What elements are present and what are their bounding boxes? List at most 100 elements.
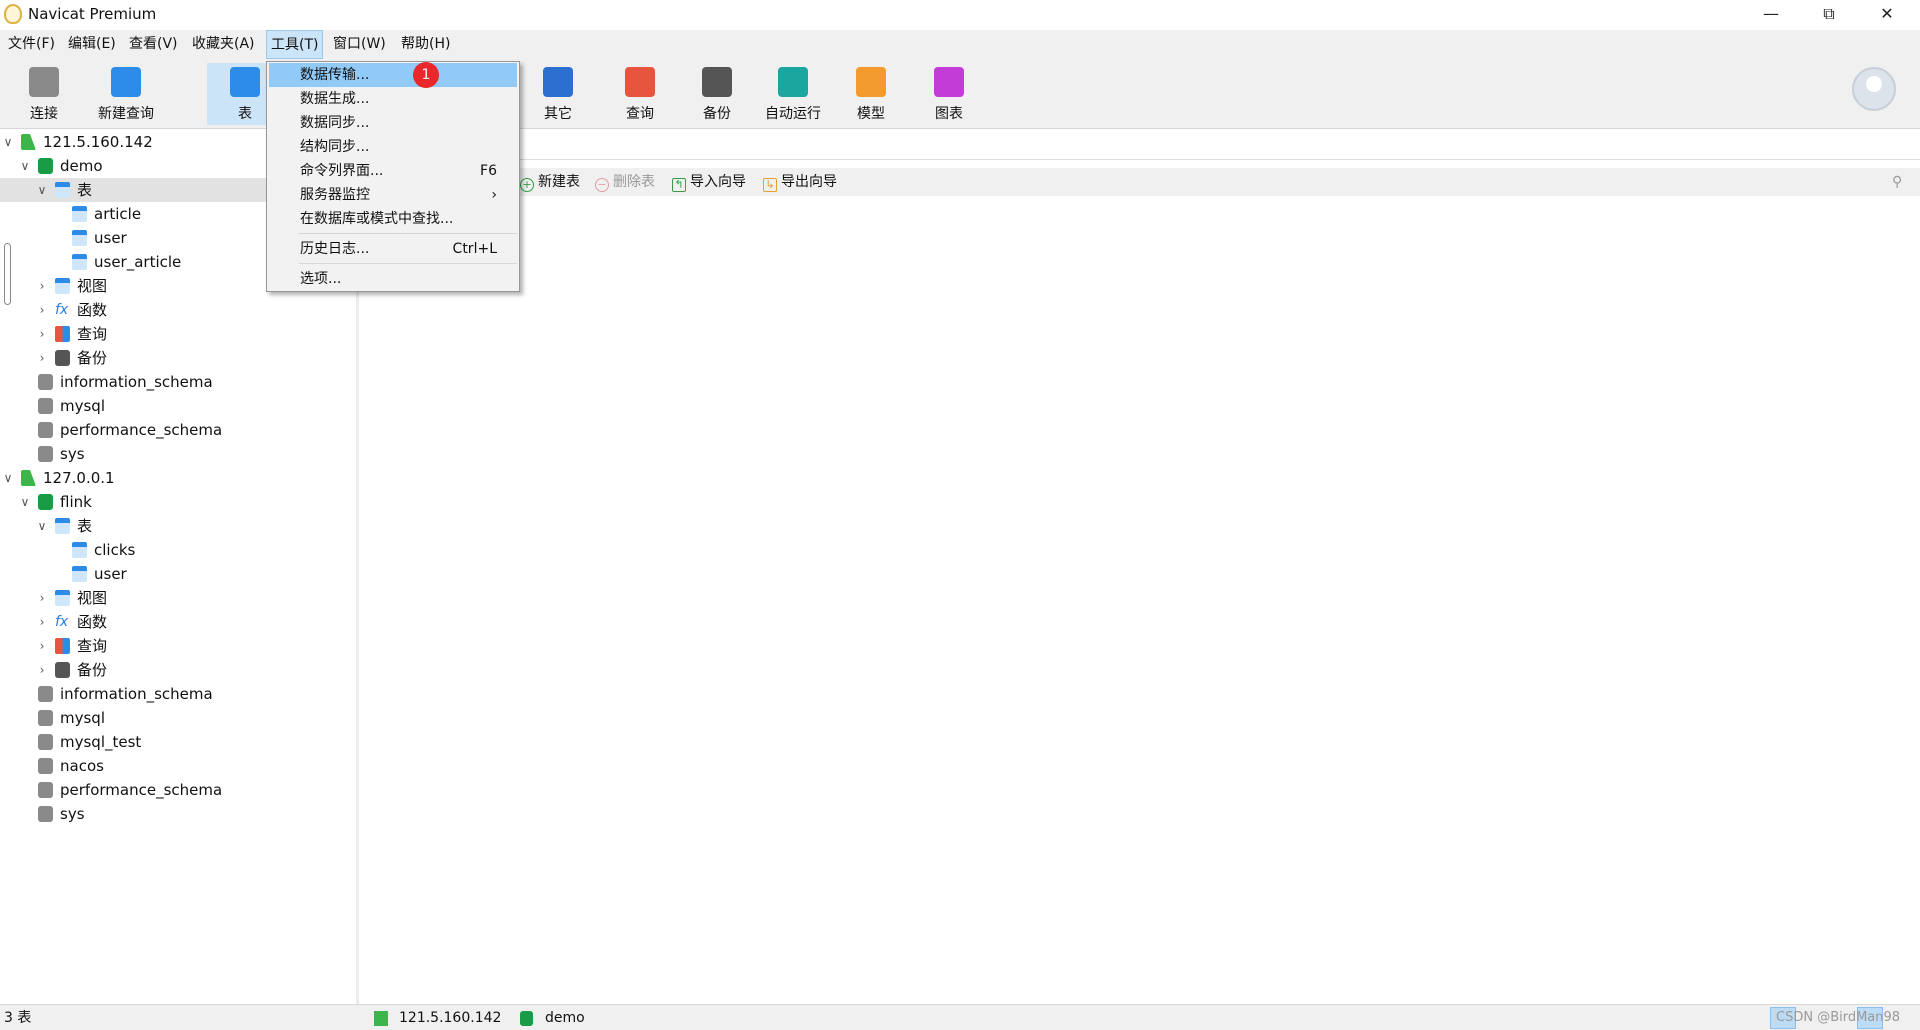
tree-item-label: performance_schema [60, 421, 223, 439]
menu-help[interactable]: 帮助(H) [397, 30, 454, 59]
tools-icon [543, 67, 573, 97]
tree-item[interactable]: user [0, 562, 356, 586]
chevron-right-icon[interactable]: › [36, 610, 48, 634]
status-database: demo [545, 1010, 585, 1026]
tools-menu-item[interactable]: 结构同步... [269, 135, 517, 159]
menu-favorites[interactable]: 收藏夹(A) [188, 30, 259, 59]
menu-edit[interactable]: 编辑(E) [64, 30, 120, 59]
chevron-right-icon[interactable]: › [36, 586, 48, 610]
close-button[interactable]: ✕ [1858, 0, 1916, 29]
tree-item[interactable]: › fx 函数 [0, 298, 356, 322]
tools-menu-item[interactable]: 数据同步... [269, 111, 517, 135]
tree-item-label: mysql_test [60, 733, 142, 751]
db-icon [38, 758, 53, 774]
toolbar-chart-button[interactable]: 图表 [921, 63, 977, 125]
tree-item-label: performance_schema [60, 781, 223, 799]
menu-view[interactable]: 查看(V) [125, 30, 182, 59]
tree-item[interactable]: ∨ 127.0.0.1 [0, 466, 356, 490]
tree-item[interactable]: sys [0, 442, 356, 466]
new-query-icon [111, 67, 141, 97]
chevron-down-icon[interactable]: ∨ [2, 130, 14, 154]
tree-item[interactable]: performance_schema [0, 778, 356, 802]
tree-item[interactable]: performance_schema [0, 418, 356, 442]
tools-menu-item[interactable]: 历史日志... Ctrl+L [269, 237, 517, 261]
db-icon [38, 398, 53, 414]
tools-menu-item[interactable]: 数据生成... [269, 87, 517, 111]
db-g-icon [38, 494, 53, 510]
toolbar-tools-button[interactable]: 其它 [530, 63, 586, 125]
tree-item[interactable]: information_schema [0, 370, 356, 394]
tools-menu-item[interactable]: 在数据库或模式中查找... [269, 207, 517, 231]
tree-item[interactable]: › 查询 [0, 322, 356, 346]
tbl-icon [55, 182, 70, 198]
chevron-right-icon[interactable]: › [36, 298, 48, 322]
tree-item[interactable]: ∨ 表 [0, 514, 356, 538]
tbl-icon [55, 518, 70, 534]
tree-item-label: flink [60, 493, 92, 511]
tree-item[interactable]: › 查询 [0, 634, 356, 658]
menu-file[interactable]: 文件(F) [4, 30, 59, 59]
sidebar-scrollbar[interactable] [4, 243, 11, 305]
tree-item[interactable]: clicks [0, 538, 356, 562]
delete-table-button[interactable]: − 删除表 [595, 172, 655, 192]
toolbar-backup-button[interactable]: 备份 [689, 63, 745, 125]
tree-item[interactable]: mysql [0, 394, 356, 418]
toolbar-label: 新建查询 [98, 106, 154, 122]
chevron-down-icon[interactable]: ∨ [36, 514, 48, 538]
tools-menu-item[interactable]: 命令列界面... F6 [269, 159, 517, 183]
backup-icon [702, 67, 732, 97]
chevron-right-icon[interactable]: › [36, 322, 48, 346]
chevron-right-icon[interactable]: › [36, 658, 48, 682]
toolbar-robot-button[interactable]: 自动运行 [757, 63, 829, 125]
tree-item[interactable]: ∨ flink [0, 490, 356, 514]
db-g-icon [38, 158, 53, 174]
minimize-button[interactable]: — [1742, 0, 1800, 29]
func-icon: fx [55, 302, 69, 318]
menu-tools[interactable]: 工具(T) [266, 30, 324, 59]
db-icon [38, 710, 53, 726]
new-table-button[interactable]: + 新建表 [520, 172, 580, 192]
navicat-logo-icon [4, 4, 22, 24]
chevron-down-icon[interactable]: ∨ [2, 466, 14, 490]
tbl-icon [72, 254, 87, 270]
chevron-right-icon[interactable]: › [36, 346, 48, 370]
restore-button[interactable]: ⧉ [1800, 0, 1858, 29]
search-icon[interactable]: ⚲ [1892, 172, 1902, 192]
shortcut-label: F6 [480, 163, 497, 179]
connection-plug-icon [29, 67, 59, 97]
menu-item-label: 服务器监控 [300, 187, 370, 203]
toolbar-query-button[interactable]: 查询 [612, 63, 668, 125]
toolbar-connection-plug-button[interactable]: 连接 [16, 63, 72, 125]
tree-item[interactable]: mysql [0, 706, 356, 730]
conn-icon [21, 470, 36, 486]
export-wizard-button[interactable]: ↳ 导出向导 [763, 172, 837, 192]
minus-circle-icon: − [595, 178, 609, 192]
tree-item[interactable]: nacos [0, 754, 356, 778]
tools-menu-item[interactable]: 选项... [269, 267, 517, 291]
chevron-down-icon[interactable]: ∨ [19, 490, 31, 514]
db-icon [38, 446, 53, 462]
status-count: 3 表 [4, 1010, 32, 1026]
tree-item[interactable]: mysql_test [0, 730, 356, 754]
menu-item-label: 结构同步... [300, 139, 370, 155]
menu-window[interactable]: 窗口(W) [329, 30, 390, 59]
chevron-right-icon[interactable]: › [36, 634, 48, 658]
tree-item[interactable]: › fx 函数 [0, 610, 356, 634]
tree-item[interactable]: › 备份 [0, 346, 356, 370]
shortcut-label: Ctrl+L [452, 241, 497, 257]
import-wizard-button[interactable]: ↰ 导入向导 [672, 172, 746, 192]
chevron-down-icon[interactable]: ∨ [19, 154, 31, 178]
user-avatar[interactable] [1852, 67, 1896, 111]
toolbar-model-button[interactable]: 模型 [843, 63, 899, 125]
chevron-right-icon[interactable]: › [36, 274, 48, 298]
tree-item[interactable]: information_schema [0, 682, 356, 706]
tree-item[interactable]: › 视图 [0, 586, 356, 610]
chevron-down-icon[interactable]: ∨ [36, 178, 48, 202]
toolbar-new-query-button[interactable]: 新建查询 [90, 63, 162, 125]
tree-item-label: mysql [60, 709, 105, 727]
tools-menu-item[interactable]: 数据传输... [269, 63, 517, 87]
tree-item[interactable]: › 备份 [0, 658, 356, 682]
object-toolbar: + 新建表 − 删除表 ↰ 导入向导 ↳ 导出向导 ⚲ [362, 168, 1920, 196]
tree-item[interactable]: sys [0, 802, 356, 826]
tools-menu-item[interactable]: 服务器监控 › [269, 183, 517, 207]
